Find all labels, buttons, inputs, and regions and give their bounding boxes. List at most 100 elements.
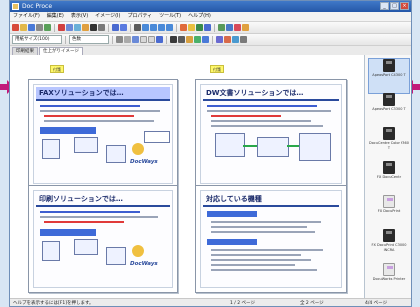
text-line (40, 105, 140, 107)
menu-edit[interactable]: 編集(E) (47, 12, 64, 21)
minimize-button[interactable]: _ (380, 2, 389, 10)
section-header (207, 239, 257, 245)
title-bar[interactable]: Doc Proce _ □ × (10, 1, 411, 12)
paste-icon[interactable] (82, 24, 89, 31)
printer-icon (383, 161, 395, 174)
printer-item[interactable]: ApeosPort C3300 T (369, 93, 409, 127)
diagram-icon (132, 245, 144, 257)
tab-finish-image[interactable]: 仕上がりイメージ (39, 47, 83, 55)
italic-icon[interactable] (178, 36, 185, 43)
paper-size-select[interactable]: 用紙サイズ(100) (12, 35, 62, 44)
text-line (211, 249, 323, 251)
preview-icon[interactable] (44, 24, 51, 31)
document-view[interactable]: 付箋 付箋 FAXソリューションでは… DocWays DW文書ソリューションで… (10, 55, 365, 298)
menu-view[interactable]: 表示(V) (71, 12, 88, 21)
text-line (40, 211, 140, 213)
settings-icon[interactable] (240, 36, 247, 43)
printer-item[interactable]: FX DocuPrint (369, 195, 409, 229)
printer-label: DocuCentre Color f360 T (369, 141, 409, 150)
app-window: Doc Proce _ □ × ファイル(F) 編集(E) 表示(V) イメージ… (9, 0, 412, 307)
toolbar-separator (212, 35, 213, 44)
zoom-icon[interactable] (112, 24, 119, 31)
diagram-node (257, 137, 289, 157)
diagram-header (40, 229, 96, 236)
pen-icon[interactable] (116, 36, 123, 43)
save-icon[interactable] (28, 24, 35, 31)
new-icon[interactable] (12, 24, 19, 31)
toolbar-separator (176, 23, 177, 32)
close-button[interactable]: × (400, 2, 409, 10)
copy-icon[interactable] (74, 24, 81, 31)
app-icon (12, 3, 19, 10)
shape-icon[interactable] (132, 36, 139, 43)
text-icon[interactable] (90, 24, 97, 31)
color-select[interactable]: 色数 (69, 35, 109, 44)
arrange-icon[interactable] (232, 36, 239, 43)
text-line (211, 226, 307, 228)
connector (243, 145, 257, 147)
frame-icon[interactable] (140, 36, 147, 43)
printer-item[interactable]: FX DocuCentr (369, 161, 409, 195)
color-fill-icon[interactable] (186, 36, 193, 43)
link-icon[interactable] (204, 24, 211, 31)
prev-page-icon[interactable] (150, 24, 157, 31)
tile-icon[interactable] (234, 24, 241, 31)
annotation-icon[interactable] (180, 24, 187, 31)
slide-content: 印刷ソリューションでは… DocWays (33, 190, 173, 288)
rotate-icon[interactable] (134, 24, 141, 31)
align-icon[interactable] (156, 36, 163, 43)
window-controls: _ □ × (380, 2, 409, 10)
printer-item[interactable]: DocuWorks Printer (369, 263, 409, 297)
print-icon[interactable] (36, 24, 43, 31)
printer-icon (383, 263, 395, 276)
cut-icon[interactable] (66, 24, 73, 31)
sticky-note-right[interactable]: 付箋 (210, 65, 224, 73)
bookmark-icon[interactable] (242, 24, 249, 31)
text-line (44, 120, 154, 122)
diagram-node (299, 133, 331, 161)
combine-icon[interactable] (216, 36, 223, 43)
layout-icon[interactable] (226, 24, 233, 31)
menu-image[interactable]: イメージ(I) (95, 12, 120, 21)
printer-panel: ApeosPort C4300 T ApeosPort C3300 T Docu… (365, 55, 411, 298)
ok-icon[interactable] (194, 36, 201, 43)
diagram-node (106, 247, 126, 265)
next-page-icon[interactable] (158, 24, 165, 31)
marker-icon[interactable] (124, 36, 131, 43)
lock-icon[interactable] (98, 24, 105, 31)
delete-icon[interactable] (58, 24, 65, 31)
diagram-icon (132, 143, 144, 155)
highlight-icon[interactable] (188, 24, 195, 31)
menu-property[interactable]: プロパティ (127, 12, 152, 21)
menu-file[interactable]: ファイル(F) (13, 12, 40, 21)
printer-item[interactable]: FX DocuPrint C3000 INCRA (369, 229, 409, 263)
grid-icon[interactable] (218, 24, 225, 31)
menu-help[interactable]: ヘルプ(H) (188, 12, 211, 21)
page-thumbnail[interactable]: 対応している機種 (195, 185, 347, 293)
open-icon[interactable] (20, 24, 27, 31)
maximize-button[interactable]: □ (390, 2, 399, 10)
page-thumbnail[interactable]: FAXソリューションでは… DocWays (28, 79, 178, 189)
printer-icon (383, 127, 395, 140)
text-line (211, 231, 315, 233)
split-icon[interactable] (224, 36, 231, 43)
slide-title: DW文書ソリューションでは… (203, 87, 339, 101)
tab-print-result[interactable]: 印刷結果 (12, 47, 38, 55)
table-icon[interactable] (148, 36, 155, 43)
bold-icon[interactable] (170, 36, 177, 43)
send-icon[interactable] (202, 36, 209, 43)
page-thumbnail[interactable]: DW文書ソリューションでは… (195, 79, 347, 189)
sticky-note-left[interactable]: 付箋 (50, 65, 64, 73)
printer-item[interactable]: DocuCentre Color f360 T (369, 127, 409, 161)
page-thumbnail[interactable]: 印刷ソリューションでは… DocWays (28, 185, 178, 293)
menu-tools[interactable]: ツール(T) (159, 12, 181, 21)
printer-item[interactable]: ApeosPort C4300 T (368, 58, 410, 94)
fit-icon[interactable] (120, 24, 127, 31)
first-page-icon[interactable] (142, 24, 149, 31)
slide-content: FAXソリューションでは… DocWays (33, 84, 173, 184)
docways-logo: DocWays (130, 261, 158, 267)
diagram-node (215, 133, 245, 157)
text-line (211, 269, 317, 271)
last-page-icon[interactable] (166, 24, 173, 31)
stamp-icon[interactable] (196, 24, 203, 31)
